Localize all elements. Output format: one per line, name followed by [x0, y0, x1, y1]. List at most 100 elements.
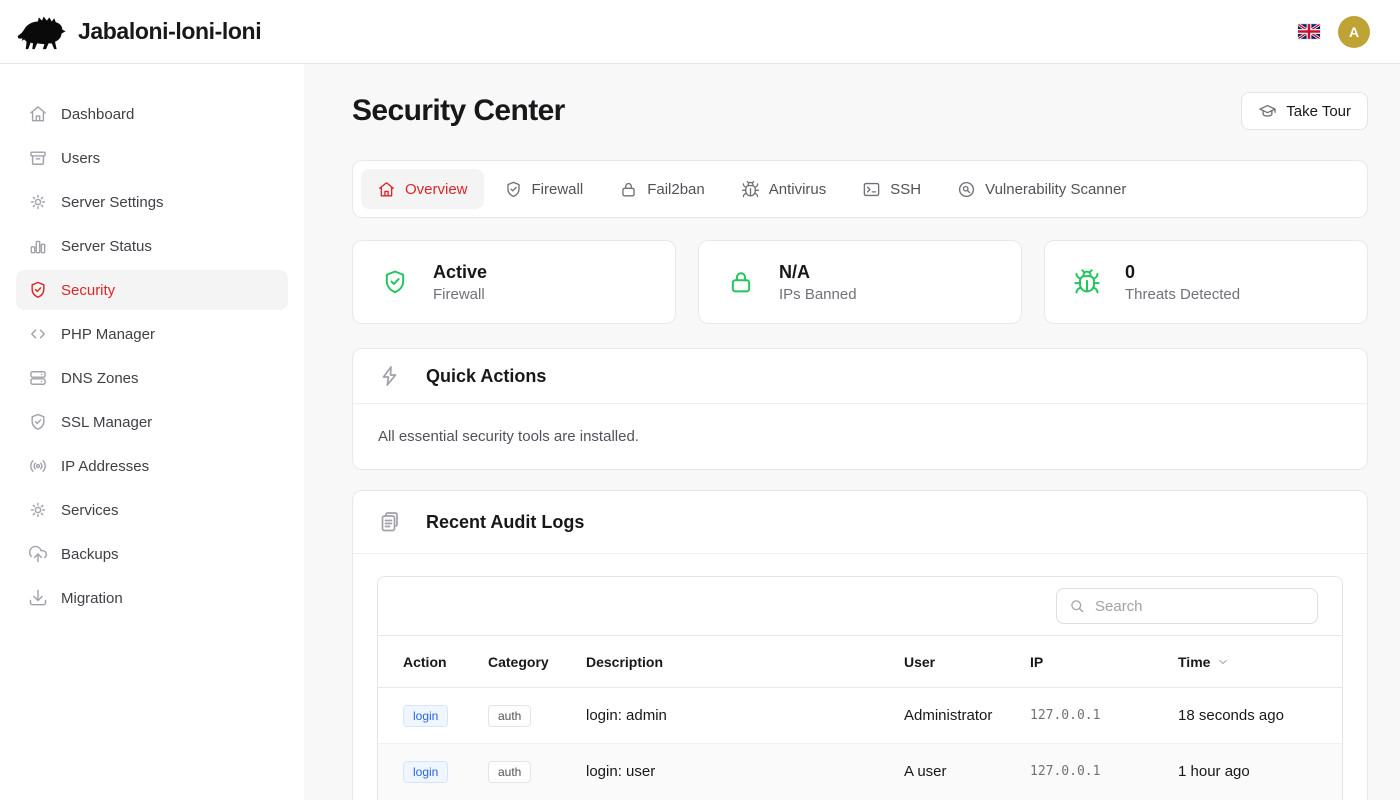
column-label: Time	[1178, 654, 1210, 670]
status-card-threats-detected: 0 Threats Detected	[1044, 240, 1368, 324]
status-value: 0	[1125, 262, 1240, 283]
sidebar-item-label: PHP Manager	[61, 326, 155, 343]
search-icon	[1068, 597, 1086, 615]
sidebar-item-php-manager[interactable]: PHP Manager	[16, 314, 288, 354]
sidebar-item-label: Security	[61, 282, 115, 299]
graduation-cap-icon	[1258, 102, 1277, 121]
shield-check-icon	[28, 412, 48, 432]
bug-icon	[1073, 268, 1101, 296]
code-icon	[28, 324, 48, 344]
sidebar-item-label: IP Addresses	[61, 458, 149, 475]
main-content: Security Center Take Tour Overview Firewa…	[304, 64, 1400, 800]
sidebar-item-migration[interactable]: Migration	[16, 578, 288, 618]
tab-label: SSH	[890, 181, 921, 198]
time-cell: 18 seconds ago	[1178, 688, 1342, 744]
tab-vulnerability-scanner[interactable]: Vulnerability Scanner	[941, 169, 1142, 209]
column-header-ip[interactable]: IP	[1030, 636, 1178, 688]
sidebar-item-label: Dashboard	[61, 106, 134, 123]
action-badge: login	[403, 705, 448, 727]
home-icon	[28, 104, 48, 124]
brand-link[interactable]: Jabaloni-loni-loni	[16, 13, 261, 51]
column-header-user[interactable]: User	[904, 636, 1030, 688]
bar-chart-icon	[28, 236, 48, 256]
sidebar-item-dns-zones[interactable]: DNS Zones	[16, 358, 288, 398]
sidebar: Dashboard Users Server SettingsServer Stat…	[0, 64, 304, 800]
take-tour-label: Take Tour	[1286, 103, 1351, 120]
take-tour-button[interactable]: Take Tour	[1241, 92, 1368, 130]
sidebar-item-server-settings[interactable]: Server Settings	[16, 182, 288, 222]
sidebar-item-ip-addresses[interactable]: IP Addresses	[16, 446, 288, 486]
quick-actions-message: All essential security tools are install…	[353, 404, 1367, 469]
chevron-down-icon	[1216, 655, 1230, 669]
action-badge: login	[403, 761, 448, 783]
table-row: loginauthlogin: adminAdministrator127.0.…	[378, 688, 1342, 744]
table-row: loginauthlogin: userA user127.0.0.11 hou…	[378, 744, 1342, 800]
user-avatar[interactable]: A	[1338, 16, 1370, 48]
lock-icon	[619, 180, 638, 199]
uk-flag-icon	[1298, 24, 1320, 39]
sidebar-item-backups[interactable]: Backups	[16, 534, 288, 574]
language-switcher[interactable]	[1298, 24, 1320, 39]
lock-icon	[727, 268, 755, 296]
tab-label: Vulnerability Scanner	[985, 181, 1126, 198]
column-label: User	[904, 654, 935, 670]
status-value: Active	[433, 262, 487, 283]
audit-search-input[interactable]	[1056, 588, 1318, 624]
shield-check-icon	[381, 268, 409, 296]
audit-logs-table-box: Action CategoryDescriptionUser IP Time logi…	[377, 576, 1343, 800]
sidebar-item-label: Backups	[61, 546, 119, 563]
scan-search-icon	[957, 180, 976, 199]
column-header-description[interactable]: Description	[586, 636, 904, 688]
sidebar-item-label: Users	[61, 150, 100, 167]
home-icon	[377, 180, 396, 199]
tab-overview[interactable]: Overview	[361, 169, 484, 209]
time-cell: 1 hour ago	[1178, 744, 1342, 800]
sidebar-item-security[interactable]: Security	[16, 270, 288, 310]
column-label: IP	[1030, 654, 1043, 670]
lightning-icon	[378, 364, 402, 388]
category-badge: auth	[488, 761, 531, 783]
sidebar-item-ssl-manager[interactable]: SSL Manager	[16, 402, 288, 442]
clipboard-icon	[378, 510, 402, 534]
sidebar-item-dashboard[interactable]: Dashboard	[16, 94, 288, 134]
brand-name: Jabaloni-loni-loni	[78, 18, 261, 45]
sidebar-item-label: DNS Zones	[61, 370, 139, 387]
category-badge: auth	[488, 705, 531, 727]
column-label: Action	[403, 654, 447, 670]
sidebar-item-label: SSL Manager	[61, 414, 152, 431]
status-label: IPs Banned	[779, 286, 857, 303]
tab-label: Fail2ban	[647, 181, 705, 198]
sidebar-item-label: Services	[61, 502, 119, 519]
ip-cell: 127.0.0.1	[1030, 688, 1178, 744]
audit-logs-table: Action CategoryDescriptionUser IP Time logi…	[378, 635, 1342, 800]
security-tabs: Overview Firewall Fail2ban Antivirus SSH Vuln…	[352, 160, 1368, 218]
audit-logs-section: Recent Audit Logs Ac	[352, 490, 1368, 800]
description-cell: login: user	[586, 744, 904, 800]
gear-icon	[28, 192, 48, 212]
column-header-time[interactable]: Time	[1178, 636, 1342, 688]
tab-antivirus[interactable]: Antivirus	[725, 169, 843, 209]
tab-label: Overview	[405, 181, 468, 198]
column-header-action[interactable]: Action	[378, 636, 488, 688]
status-label: Threats Detected	[1125, 286, 1240, 303]
status-cards: Active Firewall N/A IPs Banned 0 Threats Dete…	[352, 240, 1368, 324]
page-title: Security Center	[352, 94, 565, 128]
sidebar-item-users[interactable]: Users	[16, 138, 288, 178]
server-icon	[28, 368, 48, 388]
tab-firewall[interactable]: Firewall	[488, 169, 600, 209]
sidebar-item-services[interactable]: Services	[16, 490, 288, 530]
cloud-upload-icon	[28, 544, 48, 564]
column-header-category[interactable]: Category	[488, 636, 586, 688]
bug-icon	[741, 180, 760, 199]
status-card-firewall: Active Firewall	[352, 240, 676, 324]
quick-actions-section: Quick Actions All essential security too…	[352, 348, 1368, 470]
status-card-ips-banned: N/A IPs Banned	[698, 240, 1022, 324]
tab-fail2ban[interactable]: Fail2ban	[603, 169, 721, 209]
status-label: Firewall	[433, 286, 487, 303]
ip-cell: 127.0.0.1	[1030, 744, 1178, 800]
shield-check-icon	[504, 180, 523, 199]
quick-actions-title: Quick Actions	[426, 366, 546, 387]
status-value: N/A	[779, 262, 857, 283]
tab-ssh[interactable]: SSH	[846, 169, 937, 209]
sidebar-item-server-status[interactable]: Server Status	[16, 226, 288, 266]
